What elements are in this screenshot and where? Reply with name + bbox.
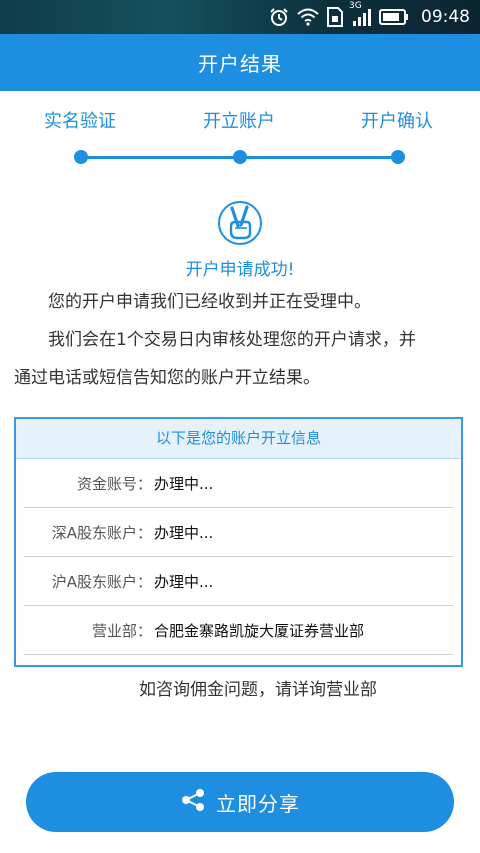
status-icons: 3G 09:48 [269,0,470,34]
message-line-1: 您的开户申请我们已经收到并正在受理中。 [48,292,371,312]
status-bar: 3G 09:48 [0,0,480,34]
victory-hand-icon [217,200,263,246]
step-connector-2 [240,156,398,159]
info-row-fund-account: 资金账号： 办理中... [16,459,461,508]
info-key: 资金账号： [76,475,152,493]
step-dot-1 [74,150,88,164]
share-icon [180,787,206,817]
message-line-2: 我们会在1个交易日内审核处理您的开户请求，并 [48,330,416,350]
info-value: 办理中... [154,524,214,542]
step-label-2: 开立账户 [203,111,275,132]
alarm-icon [269,7,289,27]
account-info-box: 以下是您的账户开立信息 资金账号： 办理中... 深A股东账户： 办理中... … [14,417,463,667]
network-type: 3G [349,1,362,11]
info-key: 深A股东账户： [51,524,152,542]
message-line-3: 通过电话或短信告知您的账户开立结果。 [14,368,320,388]
battery-icon [379,8,409,26]
progress-steps: 实名验证 开立账户 开户确认 [0,91,480,181]
info-row-branch: 营业部： 合肥金寨路凯旋大厦证券营业部 [16,606,461,655]
step-dot-3 [391,150,405,164]
info-value: 办理中... [154,475,214,493]
title-bar: 开户结果 [0,34,480,91]
wifi-icon [297,8,319,26]
account-info-header: 以下是您的账户开立信息 [16,419,461,459]
sim-icon [327,7,343,27]
commission-note: 如咨询佣金问题，请详询营业部 [139,680,377,700]
info-value: 办理中... [154,573,214,591]
step-connector-1 [81,156,239,159]
info-row-shenzhen-account: 深A股东账户： 办理中... [16,508,461,557]
info-key: 沪A股东账户： [51,573,152,591]
divider [24,654,453,655]
info-value: 合肥金寨路凯旋大厦证券营业部 [154,622,365,640]
info-key: 营业部： [91,622,152,640]
step-dot-2 [233,150,247,164]
info-row-shanghai-account: 沪A股东账户： 办理中... [16,557,461,606]
step-label-1: 实名验证 [44,111,116,132]
step-label-3: 开户确认 [361,111,433,132]
success-title: 开户申请成功! [185,260,295,280]
share-button-label: 立即分享 [216,791,300,816]
share-button[interactable]: 立即分享 [26,772,454,832]
status-time: 09:48 [421,7,470,27]
signal-icon: 3G [349,1,371,27]
page-title: 开户结果 [198,52,282,76]
